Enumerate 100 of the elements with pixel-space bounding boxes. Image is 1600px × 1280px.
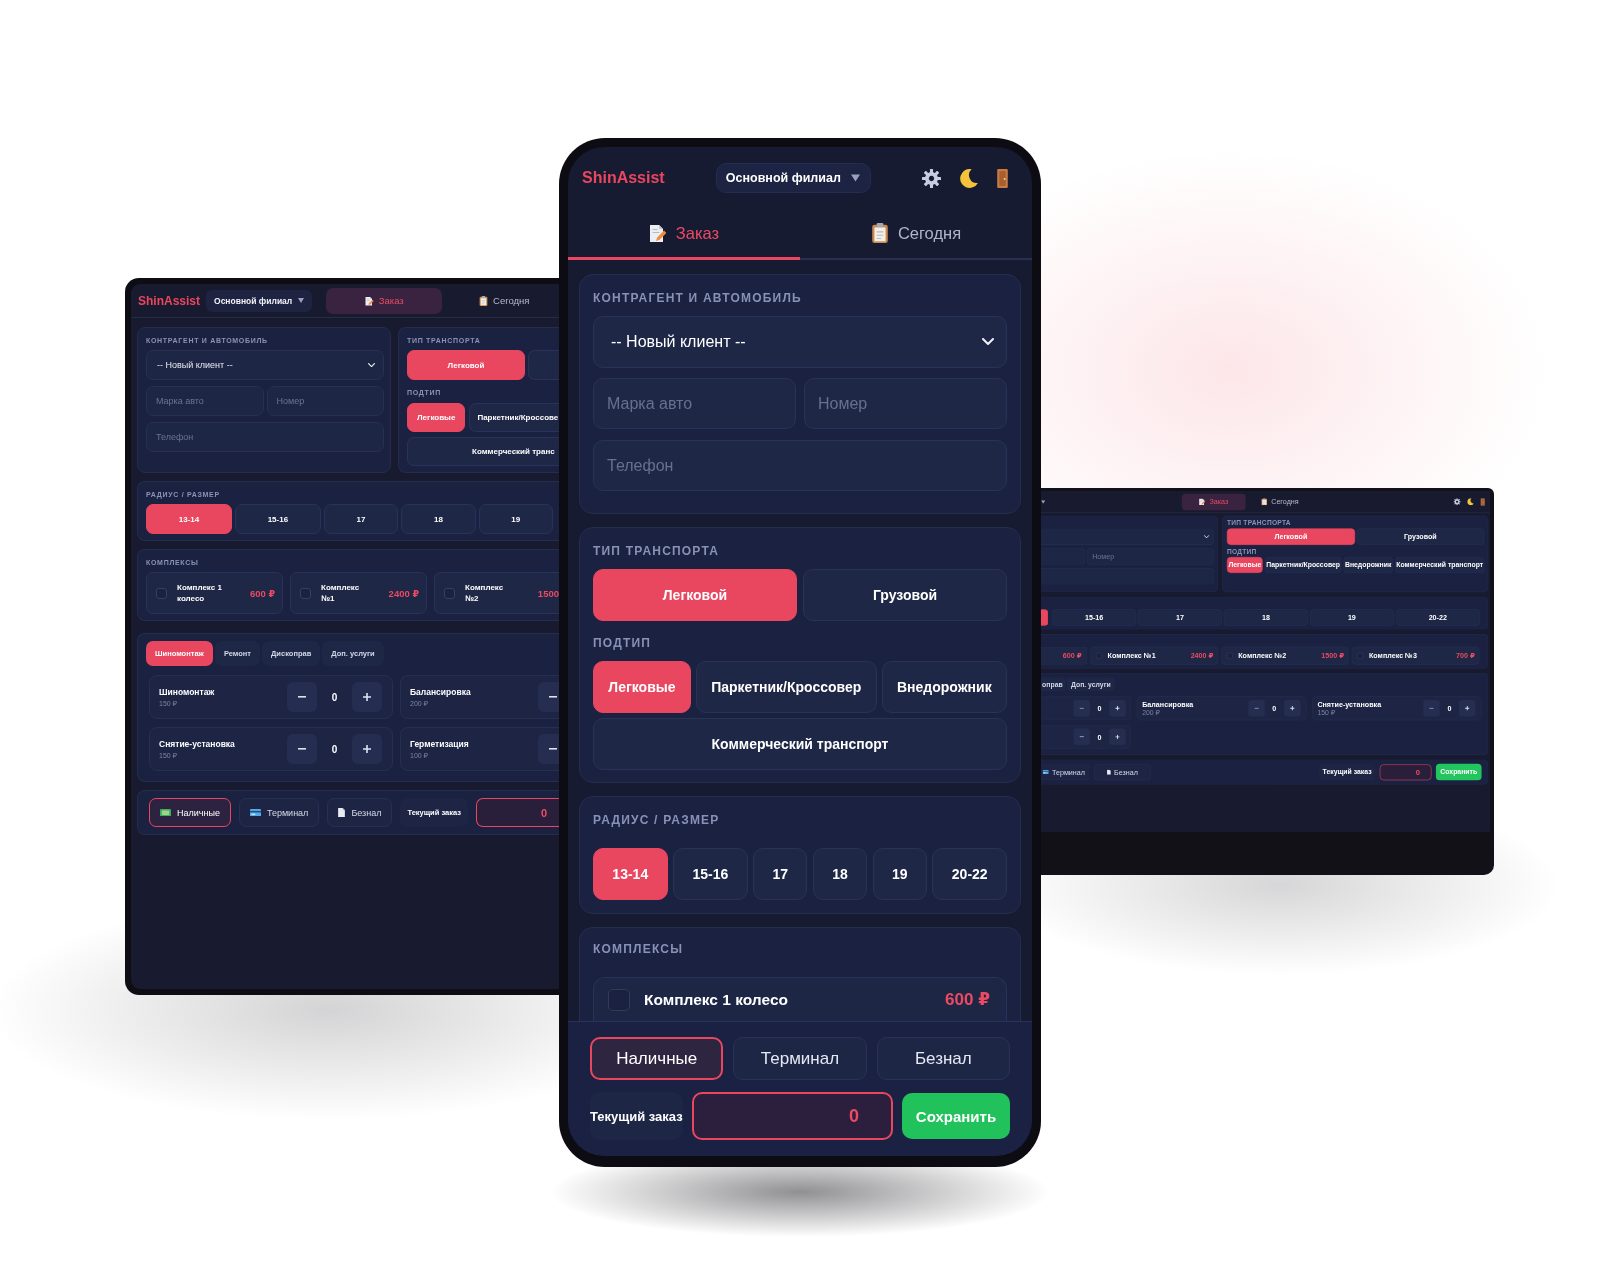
service-name: Герметизация <box>410 738 469 749</box>
payment-method-button[interactable]: Наличные <box>590 1037 724 1080</box>
vehicle-type-button[interactable]: Грузовой <box>803 569 1007 621</box>
size-button[interactable]: 20-22 <box>932 848 1007 900</box>
size-button[interactable]: 15-16 <box>234 504 321 534</box>
minus-icon <box>298 696 306 698</box>
payment-method-button[interactable]: Терминал <box>733 1037 867 1080</box>
complex-item[interactable]: Комплекс 1 колесо 600 ₽ <box>593 977 1007 1021</box>
vehicle-type-button[interactable] <box>528 350 559 380</box>
size-button[interactable]: 19 <box>478 504 553 534</box>
plus-icon <box>363 693 371 701</box>
input-field[interactable]: Номер <box>804 378 1007 429</box>
complex-item[interactable]: Комплекс 1 колесо 600 ₽ <box>146 572 283 614</box>
size-button[interactable]: 15-16 <box>673 848 748 900</box>
door-icon[interactable] <box>1480 497 1485 506</box>
service-name: Снятие-установка <box>159 738 235 749</box>
complex-name: Комплекс №1 <box>321 582 361 604</box>
checkbox[interactable] <box>156 587 167 599</box>
section-title: ПОДТИП <box>593 636 653 650</box>
nav-tab[interactable]: Заказ <box>326 287 443 314</box>
moon-icon[interactable] <box>960 168 978 188</box>
settings-icon[interactable] <box>1453 498 1461 506</box>
client-select[interactable]: -- Новый клиент -- <box>146 350 384 380</box>
app-logo: ShinAssist <box>582 169 665 187</box>
minus-button[interactable] <box>538 734 559 764</box>
plus-button[interactable] <box>352 734 382 764</box>
complex-price: 1500 <box>537 587 559 599</box>
minus-icon <box>549 696 557 698</box>
moon-icon[interactable] <box>1467 498 1474 506</box>
size-button[interactable] <box>1041 609 1049 626</box>
payment-method-button[interactable]: Безнал <box>327 798 393 827</box>
minus-button[interactable] <box>538 682 559 712</box>
plus-icon <box>1289 706 1295 711</box>
complex-item[interactable]: Комплекс №2 1500 <box>434 572 559 614</box>
plus-icon <box>1465 706 1470 711</box>
banknote-icon <box>160 808 171 817</box>
size-button[interactable]: 13-14 <box>593 848 668 900</box>
document-icon <box>1106 769 1111 775</box>
size-button[interactable]: 13-14 <box>146 504 232 534</box>
checkbox[interactable] <box>444 587 455 599</box>
plus-button[interactable] <box>1459 700 1476 717</box>
input-field[interactable]: Телефон <box>146 422 384 452</box>
complex-price: 600 ₽ <box>249 587 275 599</box>
size-button[interactable]: 18 <box>401 504 476 534</box>
size-button[interactable]: 18 <box>812 848 868 900</box>
document-icon <box>338 808 346 817</box>
complex-price: 600 ₽ <box>945 989 990 1010</box>
complex-item[interactable]: Комплекс №1 2400 ₽ <box>290 572 427 614</box>
order-total: 0 <box>475 798 559 827</box>
subtype-button[interactable]: Паркетник/Кроссовер <box>695 661 877 713</box>
payment-method-button[interactable]: Наличные <box>149 798 231 827</box>
nav-tab[interactable]: Сегодня <box>800 209 1032 260</box>
order-total: 0 <box>691 1092 893 1140</box>
vehicle-type-button[interactable]: Легковой <box>593 569 797 621</box>
input-field[interactable] <box>1041 568 1215 585</box>
section-title: КОМПЛЕКСЫ <box>593 942 685 956</box>
complex-price: 2400 ₽ <box>388 587 419 599</box>
client-select[interactable]: -- Новый клиент -- <box>593 316 1007 368</box>
subtype-button[interactable]: Внедорожник <box>881 661 1007 713</box>
size-button[interactable]: 19 <box>872 848 927 900</box>
current-order-button[interactable]: Текущий заказ <box>590 1092 683 1140</box>
input-field[interactable]: Номер <box>266 386 384 416</box>
subtype-button[interactable]: Коммерческий транспорт <box>593 718 1007 770</box>
input-field[interactable] <box>1041 548 1085 565</box>
checkbox[interactable] <box>608 988 630 1011</box>
subtype-button[interactable]: Легковые <box>407 403 466 432</box>
subtype-button[interactable]: Коммерческий транс <box>407 437 559 466</box>
app-logo: ShinAssist <box>138 293 200 308</box>
client-select[interactable] <box>1041 528 1215 545</box>
size-button[interactable]: 17 <box>753 848 808 900</box>
chevron-down-icon <box>368 362 375 368</box>
section-title: ТИП ТРАНСПОРТА <box>593 544 721 558</box>
service-name: Шиномонтаж <box>159 686 215 697</box>
caret-down-icon <box>298 298 305 303</box>
complex-name: Комплекс 1 колесо <box>177 582 223 604</box>
door-icon[interactable] <box>997 168 1008 188</box>
input-field[interactable]: Марка авто <box>593 378 796 429</box>
plus-icon <box>363 745 371 753</box>
payment-method-button[interactable]: Безнал <box>876 1037 1010 1080</box>
nav-tab[interactable]: Заказ <box>568 209 800 260</box>
plus-button[interactable] <box>1283 700 1301 717</box>
input-field[interactable]: Марка авто <box>146 386 264 416</box>
vehicle-type-button[interactable]: Легковой <box>407 350 525 380</box>
minus-icon <box>298 748 306 750</box>
caret-down-icon[interactable] <box>1041 500 1046 504</box>
credit-card-icon <box>249 808 261 817</box>
section-title: РАДИУС / РАЗМЕР <box>593 813 721 827</box>
payment-method-button[interactable]: Терминал <box>238 798 320 827</box>
branch-dropdown[interactable]: Основной филиал <box>206 289 313 312</box>
size-button[interactable]: 17 <box>323 504 399 534</box>
input-field[interactable]: Телефон <box>593 440 1007 491</box>
settings-icon[interactable] <box>922 168 941 188</box>
subtype-button[interactable]: Паркетник/Кроссове <box>469 403 559 432</box>
checkbox[interactable] <box>300 587 311 599</box>
plus-button[interactable] <box>1109 700 1126 717</box>
plus-button[interactable] <box>352 682 382 712</box>
branch-dropdown[interactable]: Основной филиал <box>715 163 871 193</box>
subtype-button[interactable]: Легковые <box>593 661 691 713</box>
quantity-value: 0 <box>330 691 339 703</box>
minus-icon <box>549 748 557 750</box>
